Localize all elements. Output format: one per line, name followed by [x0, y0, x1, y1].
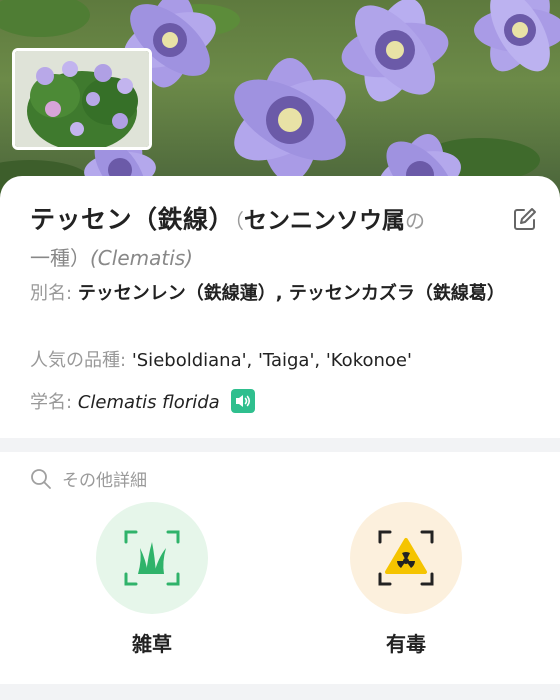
- scientific-name-row: 学名: Clematis florida: [30, 389, 530, 416]
- search-icon: [31, 468, 51, 489]
- alias-value: テッセンレン（鉄線蓮）, テッセンカズラ（鉄線葛）: [77, 283, 505, 304]
- scientific-label: 学名:: [30, 392, 73, 413]
- varieties-value: 'Sieboldiana', 'Taiga', 'Kokonoe': [131, 350, 412, 371]
- latin-genus: (Clematis): [90, 246, 193, 270]
- varieties-row: 人気の品種: 'Sieboldiana', 'Taiga', 'Kokonoe': [30, 347, 530, 374]
- more-details-panel: その他詳細 雑草 有毒: [0, 452, 560, 684]
- plant-thumbnail[interactable]: [12, 48, 152, 150]
- title-suffix: の: [405, 209, 426, 233]
- more-details-label: その他詳細: [62, 471, 147, 491]
- plant-category: センニンソウ属: [244, 208, 406, 234]
- toxic-icon-circle: [350, 502, 462, 614]
- alias-label: 別名:: [30, 283, 73, 304]
- more-details-header[interactable]: その他詳細: [30, 466, 147, 491]
- toxic-scan-icon: [378, 530, 434, 586]
- plant-photo: [0, 0, 560, 200]
- pronunciation-button[interactable]: [231, 389, 256, 413]
- toxic-label: 有毒: [386, 632, 426, 656]
- title-paren: （: [234, 209, 245, 233]
- weed-icon-circle: [96, 502, 208, 614]
- plant-info-card: テッセン（鉄線）（センニンソウ属の 一種）(Clematis) 別名: テッセン…: [0, 176, 560, 438]
- scientific-value: Clematis florida: [77, 392, 220, 413]
- speaker-icon: [236, 395, 251, 407]
- edit-icon: [514, 208, 536, 230]
- varieties-label: 人気の品種:: [30, 350, 127, 371]
- plant-title: テッセン（鉄線）（センニンソウ属の 一種）(Clematis): [30, 200, 500, 271]
- weed-feature-button[interactable]: 雑草: [96, 502, 208, 657]
- grass-scan-icon: [124, 530, 180, 586]
- toxic-feature-button[interactable]: 有毒: [350, 502, 462, 657]
- alias-row: 別名: テッセンレン（鉄線蓮）, テッセンカズラ（鉄線葛）: [30, 280, 530, 307]
- weed-label: 雑草: [132, 632, 172, 656]
- plant-name: テッセン（鉄線）: [30, 205, 235, 234]
- edit-button[interactable]: [512, 206, 538, 232]
- title-line2-prefix: 一種）: [30, 246, 90, 270]
